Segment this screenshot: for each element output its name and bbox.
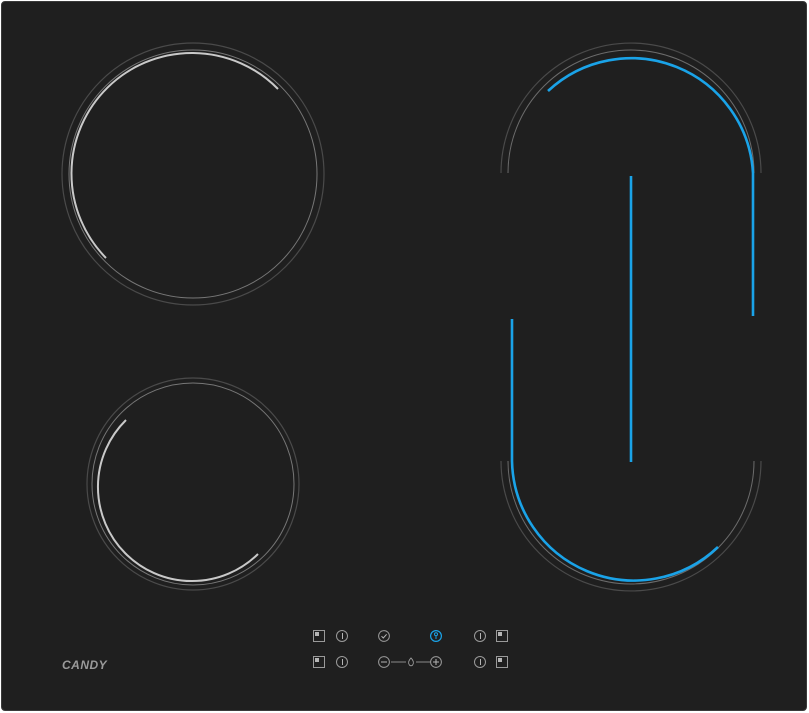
front-left-zone xyxy=(86,377,300,591)
right-zone-active-arc-top xyxy=(547,56,755,316)
flame-icon xyxy=(408,657,414,667)
rear-left-zone xyxy=(61,42,325,306)
rear-left-zone-highlight xyxy=(70,51,279,259)
right-oval-zone xyxy=(500,42,762,592)
power-level-slider[interactable] xyxy=(391,656,431,668)
zone-select-icon[interactable] xyxy=(313,656,325,668)
power-icon[interactable] xyxy=(474,656,486,668)
front-left-zone-highlight xyxy=(96,419,259,583)
brand-logo: CANDY xyxy=(62,658,108,672)
key-lock-icon[interactable] xyxy=(430,630,442,642)
power-icon[interactable] xyxy=(336,630,348,642)
minus-icon[interactable] xyxy=(378,656,390,668)
plus-icon[interactable] xyxy=(430,656,442,668)
power-icon[interactable] xyxy=(474,630,486,642)
check-icon[interactable] xyxy=(378,630,390,642)
zone-select-icon[interactable] xyxy=(496,656,508,668)
zone-select-icon[interactable] xyxy=(313,630,325,642)
right-zone-active-arc-bottom xyxy=(510,319,719,582)
zone-select-icon[interactable] xyxy=(496,630,508,642)
power-icon[interactable] xyxy=(336,656,348,668)
cooking-zones xyxy=(61,42,762,592)
cooktop-glass: CANDY xyxy=(1,1,807,711)
